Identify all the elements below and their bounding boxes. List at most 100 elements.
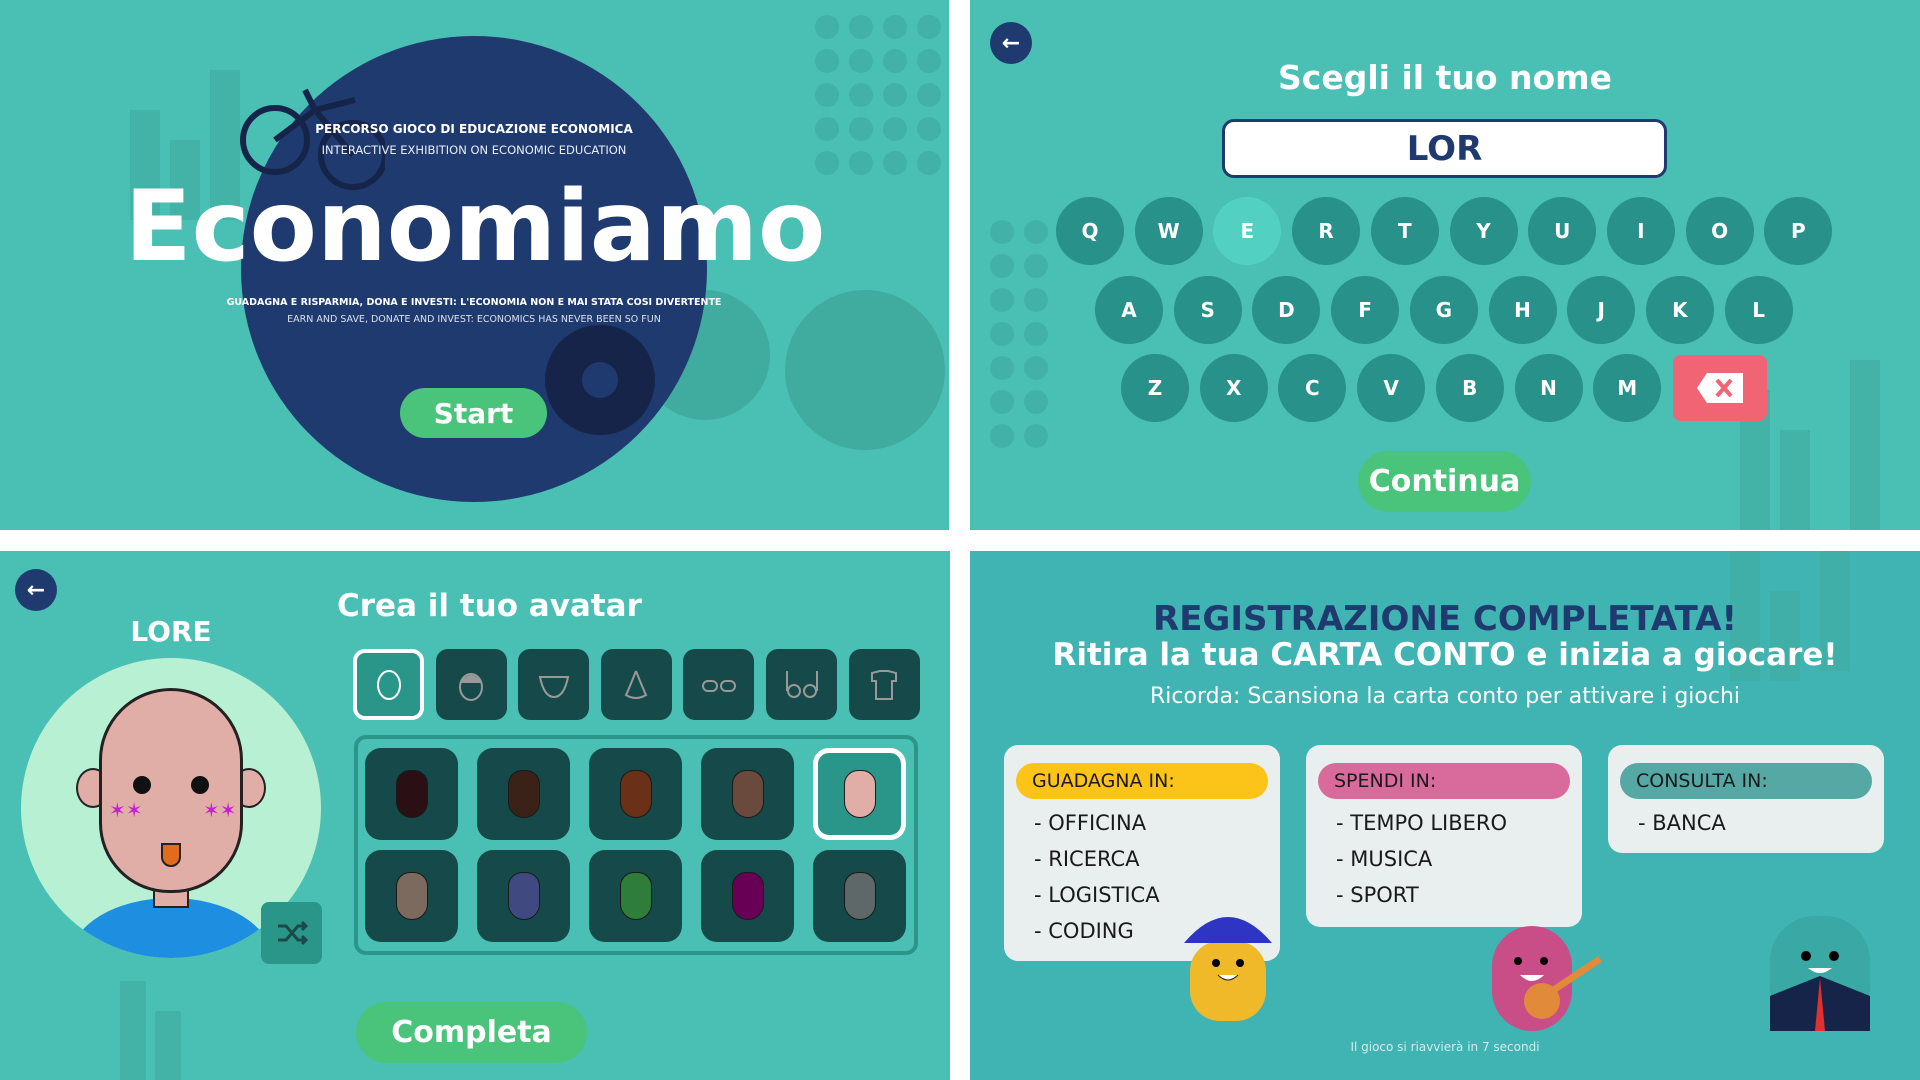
head-icon [731, 872, 764, 920]
key-s[interactable]: S [1173, 276, 1242, 344]
tab-glasses[interactable] [766, 649, 837, 720]
key-a[interactable]: A [1095, 276, 1163, 344]
key-p[interactable]: P [1764, 197, 1833, 265]
list-item: - SPORT [1336, 883, 1419, 907]
intro-subtitle-it: PERCORSO GIOCO DI EDUCAZIONE ECONOMICA [315, 122, 633, 136]
head-icon [395, 872, 428, 920]
skin-tone-option[interactable] [477, 850, 570, 942]
skin-tone-option[interactable] [365, 748, 458, 840]
start-button[interactable]: Start [400, 388, 547, 438]
completion-title: REGISTRAZIONE COMPLETATA! [1153, 599, 1737, 639]
list-item: - RICERCA [1034, 847, 1140, 871]
key-r[interactable]: R [1292, 197, 1361, 265]
skin-tone-option[interactable] [701, 748, 794, 840]
avatar-title: Crea il tuo avatar [337, 588, 642, 624]
intro-screen: PERCORSO GIOCO DI EDUCAZIONE ECONOMICA I… [0, 0, 949, 530]
key-j[interactable]: J [1567, 276, 1636, 344]
info-card: SPENDI IN: - TEMPO LIBERO - MUSICA - SPORT [1306, 745, 1582, 927]
tab-face[interactable] [353, 649, 424, 720]
head-icon [619, 872, 652, 920]
completion-screen: REGISTRAZIONE COMPLETATA! Ritira la tua … [970, 551, 1920, 1080]
key-o[interactable]: O [1685, 197, 1754, 265]
arrow-left-icon: ← [26, 577, 46, 603]
key-l[interactable]: L [1724, 276, 1793, 344]
key-k[interactable]: K [1645, 276, 1714, 344]
head-icon [395, 770, 428, 818]
list-item: - OFFICINA [1034, 811, 1147, 835]
tab-hair[interactable] [435, 649, 507, 720]
key-z[interactable]: Z [1121, 354, 1189, 422]
skin-tone-option[interactable] [813, 748, 906, 840]
head-icon [843, 770, 876, 818]
head-icon [507, 872, 540, 920]
musician-character-icon [1492, 926, 1602, 1031]
head-icon [619, 770, 652, 818]
arrow-left-icon: ← [1001, 30, 1021, 56]
completion-note: Ricorda: Scansiona la carta conto per at… [1149, 684, 1741, 709]
skin-tone-option[interactable] [477, 748, 570, 840]
info-card: CONSULTA IN: - BANCA [1608, 745, 1884, 853]
skin-tone-option[interactable] [813, 850, 906, 942]
avatar-screen: ← LORE ✶✶ ✶✶ Crea il tuo avatar Completa [0, 551, 950, 1080]
avatar-name: LORE [130, 615, 212, 648]
intro-tagline-en: EARN AND SAVE, DONATE AND INVEST: ECONOM… [287, 314, 661, 325]
key-t[interactable]: T [1370, 197, 1439, 265]
key-n[interactable]: N [1514, 354, 1583, 422]
decor-dots [815, 15, 941, 175]
tab-eyes[interactable] [683, 649, 755, 720]
key-u[interactable]: U [1528, 197, 1597, 265]
key-d[interactable]: D [1252, 276, 1321, 344]
key-b[interactable]: B [1435, 354, 1504, 422]
glasses-icon [785, 670, 818, 698]
key-f[interactable]: F [1331, 276, 1400, 344]
list-item: - MUSICA [1336, 847, 1433, 871]
continue-button[interactable]: Continua [1358, 451, 1531, 512]
key-c[interactable]: C [1278, 354, 1347, 422]
app-title: Economiamo [124, 170, 826, 284]
card-label: CONSULTA IN: [1620, 763, 1872, 799]
tab-shirt[interactable] [848, 649, 920, 720]
key-w[interactable]: W [1134, 197, 1203, 265]
key-q[interactable]: Q [1056, 197, 1124, 265]
mouth-icon [538, 675, 569, 698]
back-button[interactable]: ← [15, 569, 57, 611]
skin-tone-option[interactable] [701, 850, 794, 942]
skin-tone-option[interactable] [589, 850, 682, 942]
skin-tone-option[interactable] [365, 850, 458, 942]
intro-subtitle-en: INTERACTIVE EXHIBITION ON ECONOMIC EDUCA… [321, 143, 627, 157]
key-v[interactable]: V [1357, 354, 1426, 422]
shuffle-icon [277, 920, 308, 946]
completion-subtitle: Ritira la tua CARTA CONTO e inizia a gio… [1052, 637, 1838, 673]
delete-button[interactable] [1673, 355, 1767, 421]
decor-pie [785, 290, 945, 450]
key-h[interactable]: H [1488, 276, 1557, 344]
shuffle-button[interactable] [261, 902, 322, 964]
tab-nose[interactable] [600, 649, 672, 720]
skin-tone-option[interactable] [589, 748, 682, 840]
tab-mouth[interactable] [518, 649, 590, 720]
name-title: Scegli il tuo nome [1278, 58, 1612, 97]
key-m[interactable]: M [1593, 354, 1662, 422]
restart-countdown: Il gioco si riavvierà in 7 secondi [1350, 1040, 1540, 1054]
key-y[interactable]: Y [1449, 197, 1518, 265]
eyes-icon [701, 679, 736, 692]
key-g[interactable]: G [1409, 276, 1478, 344]
banker-character-icon [1770, 916, 1870, 1031]
name-input[interactable]: LOR [1222, 119, 1667, 178]
key-x[interactable]: X [1199, 354, 1268, 422]
head-icon [731, 770, 764, 818]
ball-icon [545, 325, 655, 435]
card-label: GUADAGNA IN: [1016, 763, 1268, 799]
nose-icon [624, 670, 648, 699]
key-i[interactable]: I [1606, 197, 1675, 265]
head-icon [843, 872, 876, 920]
hair-icon [459, 672, 484, 701]
name-screen: ← Scegli il tuo nome LOR QWERTYUIOP ASDFG… [970, 0, 1920, 530]
intro-tagline-it: GUADAGNA E RISPARMIA, DONA E INVESTI: L'… [226, 297, 722, 308]
list-item: - BANCA [1638, 811, 1726, 835]
card-label: SPENDI IN: [1318, 763, 1570, 799]
face-icon [376, 669, 401, 700]
key-e[interactable]: E [1213, 197, 1282, 265]
worker-character-icon [1184, 917, 1272, 1021]
complete-button[interactable]: Completa [356, 1002, 587, 1063]
